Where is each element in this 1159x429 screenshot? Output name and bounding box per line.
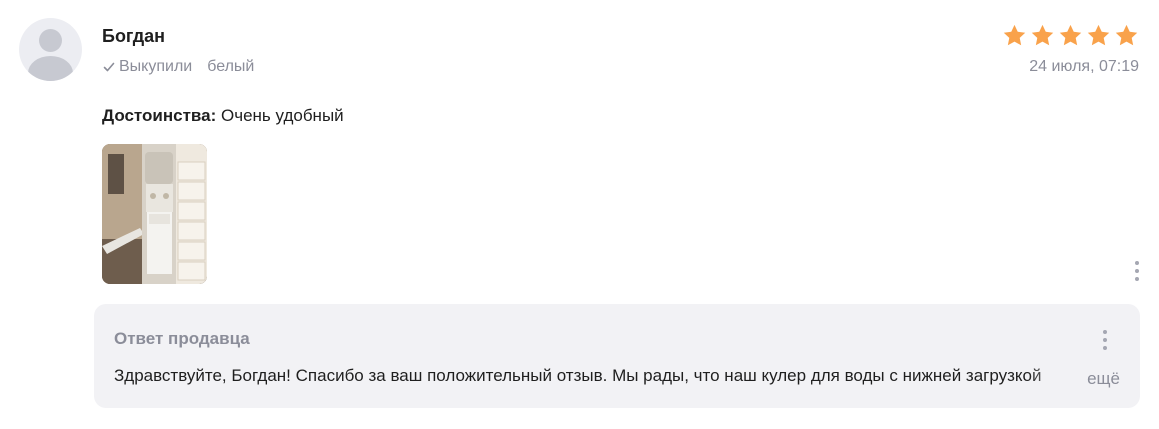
- author-name: Богдан: [102, 26, 166, 46]
- seller-reply-title: Ответ продавца: [114, 329, 250, 348]
- star-icon: [1059, 24, 1082, 46]
- star-icon: [1115, 24, 1138, 46]
- seller-reply-text: Здравствуйте, Богдан! Спасибо за ваш пол…: [114, 366, 1042, 385]
- pros-section: Достоинства: Очень удобный: [102, 106, 344, 126]
- avatar-head-shape: [39, 29, 62, 52]
- review-date: 24 июля, 07:19: [1029, 58, 1139, 75]
- more-dots-icon: [1103, 330, 1107, 334]
- more-dots-icon: [1135, 261, 1139, 265]
- star-icon: [1003, 24, 1026, 46]
- star-icon: [1031, 24, 1054, 46]
- review-card: Богдан Выкупили белый 24 июля, 07:19 Дос…: [0, 0, 1159, 429]
- review-more-button[interactable]: [1127, 257, 1147, 285]
- seller-reply: Ответ продавца Здравствуйте, Богдан! Спа…: [94, 304, 1140, 408]
- pros-text: Очень удобный: [221, 106, 344, 125]
- water-cooler-photo: [102, 144, 207, 284]
- pros-label: Достоинства:: [102, 106, 217, 125]
- review-photo[interactable]: [102, 144, 207, 284]
- purchased-label: Выкупили: [119, 58, 193, 75]
- rating-stars: [1002, 23, 1139, 48]
- star-icon: [1087, 24, 1110, 46]
- expand-reply-link[interactable]: ещё: [1085, 366, 1120, 392]
- variant-label: белый: [207, 58, 255, 75]
- check-icon: [103, 62, 115, 72]
- avatar: [19, 18, 82, 81]
- seller-reply-text-container: Здравствуйте, Богдан! Спасибо за ваш пол…: [114, 366, 1120, 392]
- reply-more-button[interactable]: [1095, 326, 1115, 354]
- avatar-body-shape: [28, 56, 73, 81]
- text-fade: [1028, 366, 1088, 392]
- review-meta: Выкупили белый: [102, 58, 254, 76]
